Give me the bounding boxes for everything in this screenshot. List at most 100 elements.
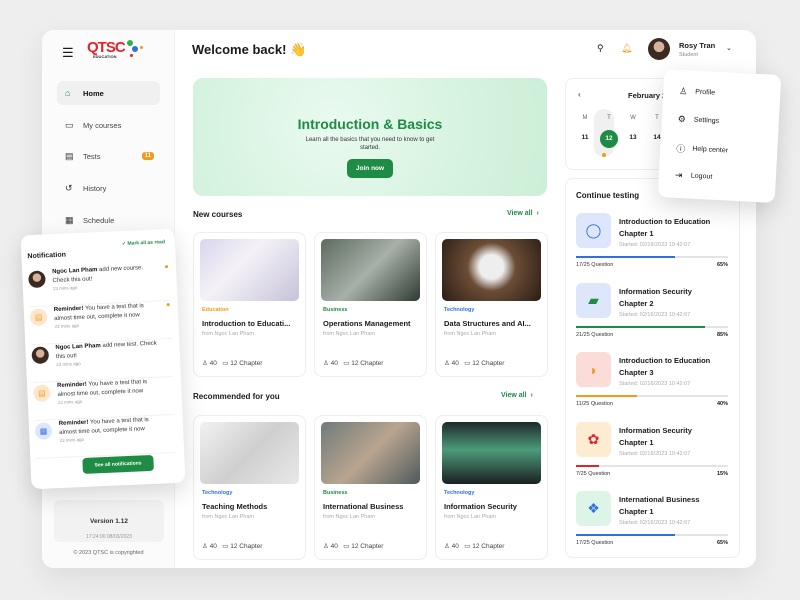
course-author: from Ngoc Lan Pham <box>202 331 254 337</box>
test-title: Introduction to Education <box>619 217 711 226</box>
user-dropdown-menu: ♙ Profile ⚙ Settings ⓘ Help center ⇥ Logout <box>657 69 782 203</box>
chevron-right-icon: › <box>534 210 539 217</box>
avatar[interactable] <box>648 38 670 60</box>
menu-item-help-center[interactable]: ⓘ Help center <box>676 142 728 158</box>
avatar <box>31 346 50 365</box>
test-title: International Business <box>619 495 700 504</box>
banner-title: Introduction & Basics <box>297 116 443 132</box>
menu-item-settings[interactable]: ⚙ Settings <box>678 114 720 127</box>
sidebar-item-label: My courses <box>83 120 122 130</box>
course-title: Introduction to Educati... <box>202 319 291 328</box>
progress-bar <box>576 256 728 258</box>
course-image <box>200 422 299 484</box>
course-card[interactable]: Education Introduction to Educati... fro… <box>193 232 306 377</box>
course-card[interactable]: Business International Business from Ngo… <box>314 415 427 560</box>
test-thumbnail: ◯ <box>576 213 611 248</box>
logo-dot <box>127 40 133 46</box>
course-category: Business <box>323 490 348 496</box>
course-card[interactable]: Technology Data Structures and AI... fro… <box>435 232 548 377</box>
chevron-down-icon[interactable]: ⌄ <box>726 44 732 52</box>
students-count: 40 <box>330 360 338 367</box>
join-now-button[interactable]: Join now <box>346 158 394 178</box>
version-box: Version 1.12 17:24:00 08/03/2023 <box>54 500 164 542</box>
progress-fill <box>576 395 637 397</box>
calendar-day[interactable]: 11 <box>576 134 594 141</box>
course-card[interactable]: Business Operations Management from Ngoc… <box>314 232 427 377</box>
question-count: 21/25 Question <box>576 331 614 338</box>
course-author: from Ngoc Lan Pham <box>323 331 375 337</box>
sidebar-item-history[interactable]: ↺ History <box>57 176 160 200</box>
search-icon[interactable]: ⚲ <box>597 43 604 54</box>
banner-text: Learn all the basics that you need to kn… <box>305 137 435 152</box>
logo[interactable]: QTSC EDUCATION <box>87 39 126 59</box>
copyright: © 2023 QTSC is copyrighted <box>73 550 144 556</box>
notification-sender: Ngoc Lan Pham <box>52 267 98 276</box>
view-all-link[interactable]: View all › <box>501 392 533 399</box>
tests-count-badge: 11 <box>141 152 154 160</box>
course-title: Data Structures and AI... <box>444 319 531 328</box>
course-image <box>442 239 541 301</box>
students-icon: ♙ <box>444 360 450 367</box>
course-image <box>442 422 541 484</box>
view-all-link[interactable]: View all › <box>507 210 539 217</box>
gear-icon: ⚙ <box>677 113 687 125</box>
avatar <box>28 270 46 289</box>
course-category: Education <box>202 307 229 313</box>
version-time: 17:24:00 08/03/2023 <box>86 534 132 540</box>
course-title: International Business <box>323 502 404 511</box>
notification-sender: Ngoc Lan Pham <box>55 343 101 352</box>
students-icon: ♙ <box>202 360 208 367</box>
logo-dot <box>130 54 133 57</box>
course-category: Technology <box>202 490 233 496</box>
section-title: Recommended for you <box>193 392 280 401</box>
students-icon: ♙ <box>444 543 450 550</box>
weekday-label: M <box>582 115 588 121</box>
progress-bar <box>576 464 728 467</box>
sidebar-item-schedule[interactable]: ▦ Schedule <box>57 208 160 232</box>
notification-item[interactable]: ▦ Reminder! You have a test that is almo… <box>34 412 177 460</box>
calendar-day[interactable]: 12 <box>600 130 618 148</box>
course-image <box>200 239 299 301</box>
notification-title: Notification <box>27 251 67 261</box>
menu-item-profile[interactable]: ♙ Profile <box>679 86 715 99</box>
course-card[interactable]: Technology Teaching Methods from Ngoc La… <box>193 415 306 560</box>
course-category: Technology <box>444 307 475 313</box>
menu-item-logout[interactable]: ⇥ Logout <box>675 170 713 183</box>
sidebar-item-tests[interactable]: ▤ Tests 11 <box>57 144 160 168</box>
book-icon: ▭ <box>65 119 74 130</box>
see-all-notifications-button[interactable]: See all notifications <box>82 454 154 474</box>
mark-all-read-button[interactable]: ✓ Mark all as read <box>122 239 165 247</box>
bell-icon[interactable]: 🔔︎ <box>621 43 632 54</box>
question-count: 17/25 Question <box>576 540 614 546</box>
mark-all-read-label: Mark all as read <box>127 239 166 247</box>
course-title: Teaching Methods <box>202 502 268 511</box>
chevron-left-icon[interactable]: ‹ <box>578 90 581 99</box>
user-name[interactable]: Rosy Tran <box>679 41 715 50</box>
view-all-label: View all <box>501 392 527 399</box>
progress-fill <box>576 534 675 536</box>
book-icon: ▭ <box>222 360 229 367</box>
students-icon: ♙ <box>323 360 329 367</box>
course-author: from Ngoc Lan Pham <box>444 514 496 520</box>
chapter-count: 12 Chapter <box>230 360 263 367</box>
question-count: 11/25 Question <box>576 401 613 407</box>
sidebar-item-my-courses[interactable]: ▭ My courses <box>57 113 160 137</box>
calendar-icon: ▦ <box>65 214 74 225</box>
progress-percent: 15% <box>716 470 728 477</box>
course-card[interactable]: Technology Information Security from Ngo… <box>435 415 548 560</box>
menu-item-label: Settings <box>693 116 720 125</box>
course-meta: ♙ 40 ▭ 12 Chapter <box>323 542 383 550</box>
book-icon: ▭ <box>464 360 471 367</box>
progress-percent: 65% <box>716 540 728 546</box>
students-icon: ♙ <box>323 543 329 550</box>
menu-icon[interactable]: ☰ <box>62 45 74 61</box>
sidebar-item-label: Schedule <box>83 215 115 225</box>
students-count: 40 <box>209 543 217 550</box>
test-started: Started: 02/16/2023 10:42:07 <box>619 381 691 387</box>
students-count: 40 <box>209 360 217 367</box>
calendar-day[interactable]: 13 <box>624 134 642 141</box>
calendar-icon: ▦ <box>34 422 53 441</box>
sidebar-item-home[interactable]: ⌂ Home <box>57 81 160 105</box>
students-count: 40 <box>330 543 338 550</box>
test-started: Started: 02/16/2023 10:42:07 <box>619 242 691 248</box>
